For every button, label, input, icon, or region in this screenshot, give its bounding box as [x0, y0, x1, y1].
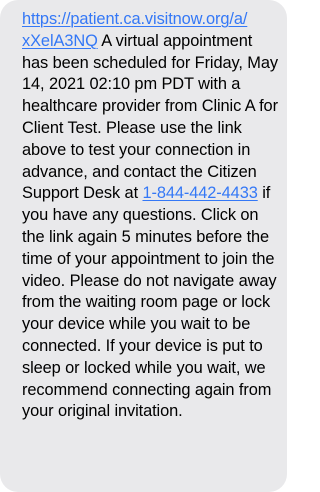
message-text: https://patient.ca.visitnow.org/a/xXelA3… [22, 9, 279, 423]
visit-link-line-2: xXelA3NQ [22, 31, 98, 50]
message-body-first: A virtual appointment has been scheduled… [22, 31, 278, 203]
message-bubble: https://patient.ca.visitnow.org/a/xXelA3… [0, 0, 287, 492]
visit-link-line-1: https://patient.ca.visitnow.org/a/ [22, 10, 248, 28]
message-body-second: if you have any questions. Click on the … [22, 184, 277, 421]
phone-link[interactable]: 1-844-442-4433 [142, 184, 257, 202]
